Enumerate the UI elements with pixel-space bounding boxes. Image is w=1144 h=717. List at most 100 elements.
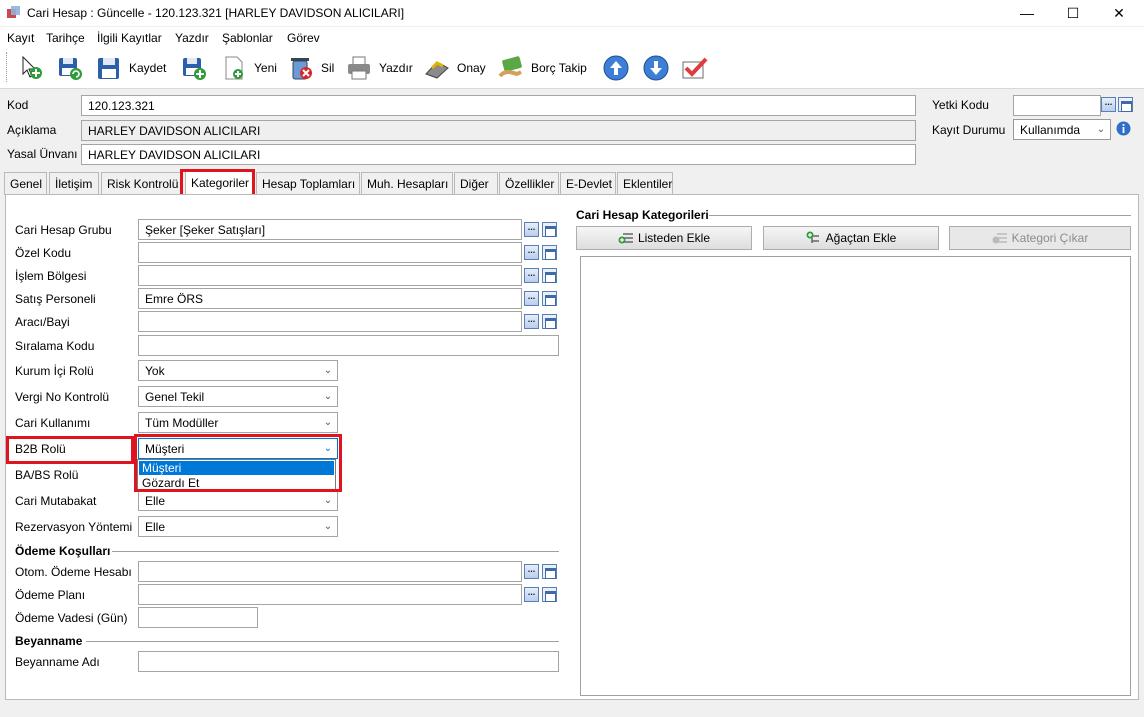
kaydet-label: Kaydet <box>129 61 167 75</box>
listeden-ekle-button[interactable]: Listeden Ekle <box>576 226 752 250</box>
cari-mutabakat-select[interactable]: Elle ⌄ <box>138 490 338 511</box>
new-document-icon <box>225 56 243 80</box>
islem-bolgesi-lookup-button[interactable]: ... <box>524 268 539 283</box>
previous-record-button[interactable] <box>602 52 630 84</box>
kayit-durumu-select[interactable]: Kullanımda ⌄ <box>1013 119 1111 140</box>
menu-sablonlar[interactable]: Şablonlar <box>222 31 273 45</box>
beyanname-adi-field[interactable] <box>138 651 559 672</box>
tab-eklentiler[interactable]: Eklentiler <box>617 172 673 195</box>
odeme-plani-field[interactable] <box>138 584 522 605</box>
satis-personeli-list-button[interactable] <box>542 291 557 306</box>
odeme-kosullari-header: Ödeme Koşulları <box>15 544 111 558</box>
menu-yazdir[interactable]: Yazdır <box>175 31 209 45</box>
menu-gorev[interactable]: Görev <box>287 31 320 45</box>
cursor-add-icon <box>22 55 42 79</box>
ozel-kodu-field[interactable] <box>138 242 522 263</box>
odeme-plani-list-button[interactable] <box>542 587 557 602</box>
next-record-button[interactable] <box>642 52 670 84</box>
tab-hesap-toplamlari[interactable]: Hesap Toplamları <box>256 172 360 195</box>
close-button[interactable]: ✕ <box>1096 0 1142 26</box>
kurum-ici-rolu-select[interactable]: Yok ⌄ <box>138 360 338 381</box>
yetki-kodu-lookup-button[interactable]: ... <box>1101 97 1116 112</box>
new-record-button[interactable] <box>18 52 46 84</box>
vergi-no-kontrolu-select[interactable]: Genel Tekil ⌄ <box>138 386 338 407</box>
yasal-unvan-field[interactable]: HARLEY DAVIDSON ALICILARI <box>81 144 916 165</box>
islem-bolgesi-list-button[interactable] <box>542 268 557 283</box>
aciklama-field[interactable]: HARLEY DAVIDSON ALICILARI <box>81 120 916 141</box>
printer-icon <box>348 56 370 80</box>
menu-tarihce[interactable]: Tarihçe <box>46 31 85 45</box>
araci-bayi-lookup-button[interactable]: ... <box>524 314 539 329</box>
araci-bayi-field[interactable] <box>138 311 522 332</box>
otom-odeme-hesabi-field[interactable] <box>138 561 522 582</box>
kaydet-button[interactable]: Kaydet <box>95 52 166 84</box>
menu-kayit[interactable]: Kayıt <box>7 31 34 45</box>
borc-takip-button[interactable]: Borç Takip <box>497 52 587 84</box>
yasal-unvan-label: Yasal Ünvanı <box>7 147 78 161</box>
kategori-cikar-button[interactable]: Kategori Çıkar <box>949 226 1131 250</box>
categories-list[interactable] <box>580 256 1131 696</box>
ozel-kodu-lookup-button[interactable]: ... <box>524 245 539 260</box>
otom-odeme-hesabi-list-button[interactable] <box>542 564 557 579</box>
satis-personeli-field[interactable]: Emre ÖRS <box>138 288 522 309</box>
b2b-label-highlight-box <box>6 436 134 464</box>
kod-field[interactable]: 120.123.321 <box>81 95 916 116</box>
yetki-kodu-field[interactable] <box>1013 95 1101 116</box>
kurum-ici-rolu-label: Kurum İçi Rolü <box>15 364 94 378</box>
satis-personeli-lookup-button[interactable]: ... <box>524 291 539 306</box>
list-remove-icon <box>992 233 1007 244</box>
sil-button[interactable]: Sil <box>287 52 334 84</box>
odeme-vadesi-field[interactable] <box>138 607 258 628</box>
agactan-ekle-button[interactable]: Ağaçtan Ekle <box>763 226 939 250</box>
yeni-button[interactable]: Yeni <box>220 52 277 84</box>
yetki-kodu-label: Yetki Kodu <box>932 98 989 112</box>
minimize-button[interactable]: — <box>1004 0 1050 26</box>
ba-bs-rolu-label: BA/BS Rolü <box>15 468 79 482</box>
beyanname-header: Beyanname <box>15 634 83 648</box>
araci-bayi-list-button[interactable] <box>542 314 557 329</box>
kayit-durumu-value: Kullanımda <box>1020 123 1081 137</box>
window-title: Cari Hesap : Güncelle - 120.123.321 [HAR… <box>27 6 405 20</box>
yetki-kodu-list-button[interactable] <box>1118 97 1133 112</box>
satis-personeli-label: Satış Personeli <box>15 292 96 306</box>
beyanname-divider <box>86 641 559 642</box>
tab-diger[interactable]: Diğer <box>454 172 498 195</box>
cari-mutabakat-value: Elle <box>145 494 166 508</box>
odeme-vadesi-label: Ödeme Vadesi (Gün) <box>15 611 128 625</box>
tab-genel[interactable]: Genel <box>4 172 47 195</box>
odeme-plani-lookup-button[interactable]: ... <box>524 587 539 602</box>
kategori-cikar-label: Kategori Çıkar <box>1011 231 1089 245</box>
odeme-plani-label: Ödeme Planı <box>15 588 86 602</box>
tab-ozellikler[interactable]: Özellikler <box>499 172 559 195</box>
cari-hesap-grubu-list-button[interactable] <box>542 222 557 237</box>
save-refresh-button[interactable] <box>56 52 84 84</box>
checklist-icon <box>682 57 708 79</box>
araci-bayi-label: Aracı/Bayi <box>15 315 70 329</box>
save-add-icon <box>183 58 206 80</box>
yazdir-button[interactable]: Yazdır <box>345 52 413 84</box>
tab-muh-hesaplari[interactable]: Muh. Hesapları <box>361 172 453 195</box>
cari-hesap-grubu-lookup-button[interactable]: ... <box>524 222 539 237</box>
check-button[interactable] <box>680 52 708 84</box>
onay-button[interactable]: Onay <box>423 52 486 84</box>
menu-ilgili-kayitlar[interactable]: İlgili Kayıtlar <box>97 31 162 45</box>
beyanname-adi-label: Beyanname Adı <box>15 655 100 669</box>
siralama-kodu-field[interactable] <box>138 335 559 356</box>
rezervasyon-yontemi-select[interactable]: Elle ⌄ <box>138 516 338 537</box>
save-new-button[interactable] <box>180 52 208 84</box>
maximize-button[interactable]: ☐ <box>1050 0 1096 26</box>
islem-bolgesi-field[interactable] <box>138 265 522 286</box>
chevron-down-icon: ⌄ <box>323 495 333 506</box>
chevron-down-icon: ⌄ <box>323 365 333 376</box>
tab-risk-kontrolu[interactable]: Risk Kontrolü <box>101 172 183 195</box>
tree-add-icon <box>806 231 819 243</box>
odeme-kosullari-divider <box>112 551 559 552</box>
cari-kullanimi-select[interactable]: Tüm Modüller ⌄ <box>138 412 338 433</box>
tab-e-devlet[interactable]: E-Devlet <box>560 172 616 195</box>
cari-hesap-grubu-field[interactable]: Şeker [Şeker Satışları] <box>138 219 522 240</box>
otom-odeme-hesabi-lookup-button[interactable]: ... <box>524 564 539 579</box>
chevron-down-icon: ⌄ <box>323 391 333 402</box>
tab-iletisim[interactable]: İletişim <box>49 172 99 195</box>
ozel-kodu-list-button[interactable] <box>542 245 557 260</box>
info-icon[interactable] <box>1116 121 1131 136</box>
